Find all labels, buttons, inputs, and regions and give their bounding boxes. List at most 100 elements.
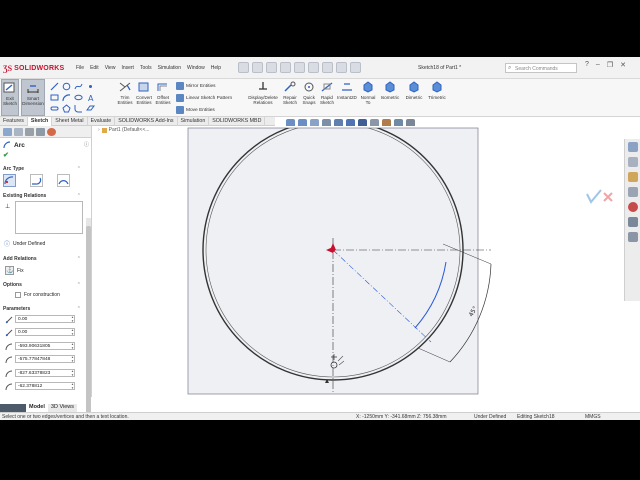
select-arrow-icon[interactable] — [308, 62, 319, 73]
slot-icon[interactable] — [50, 104, 59, 113]
feature-manager-tab-icon[interactable] — [3, 128, 12, 136]
tab-evaluate[interactable]: Evaluate — [88, 117, 116, 126]
add-relations-section[interactable]: Add Relations ⌃ — [0, 256, 86, 262]
fillet-icon[interactable] — [74, 104, 83, 113]
cancel-x-icon[interactable] — [603, 192, 613, 202]
isometric-button[interactable]: Isometric — [379, 79, 401, 116]
quick-snaps-button[interactable]: Quick Snaps — [300, 79, 318, 116]
collapse-chevron-icon[interactable]: ⌃ — [77, 282, 81, 288]
tab-model[interactable]: Model — [26, 404, 48, 412]
centerpoint-arc-icon[interactable] — [3, 174, 16, 187]
mirror-entities-button[interactable]: Mirror Entities — [176, 82, 216, 90]
for-construction-option[interactable]: For construction — [15, 292, 60, 298]
normal-to-button[interactable]: Normal To — [358, 79, 378, 116]
arc-type-section[interactable]: Arc Type ⌃ — [0, 166, 86, 172]
menu-window[interactable]: Window — [187, 65, 205, 71]
spline-icon[interactable] — [74, 82, 83, 91]
configuration-manager-tab-icon[interactable] — [25, 128, 34, 136]
file-explorer-icon[interactable] — [627, 172, 638, 182]
custom-properties-icon[interactable] — [627, 217, 638, 227]
spinner-arrows-icon[interactable]: ▴ ▾ — [70, 355, 75, 363]
arc-icon[interactable] — [62, 93, 71, 102]
tangent-arc-icon[interactable] — [30, 174, 43, 187]
tab-simulation[interactable]: Simulation — [178, 117, 210, 126]
ok-check-icon[interactable]: ✔ — [3, 151, 9, 159]
print-icon[interactable] — [280, 62, 291, 73]
dimxpert-tab-icon[interactable] — [36, 128, 45, 136]
collapse-chevron-icon[interactable]: ⌃ — [77, 166, 81, 172]
menu-edit[interactable]: Edit — [90, 65, 99, 71]
spinner-arrows-icon[interactable]: ▴ ▾ — [70, 342, 75, 350]
sketch-canvas[interactable]: 45° — [93, 126, 640, 404]
spinner-arrows-icon[interactable]: ▴ ▾ — [70, 382, 75, 390]
display-delete-relations-button[interactable]: Display/Delete Relations — [246, 79, 280, 116]
help-circle-icon[interactable]: ⓘ — [84, 141, 89, 148]
menu-view[interactable]: View — [105, 65, 116, 71]
menu-simulation[interactable]: Simulation — [158, 65, 181, 71]
solidworks-logo[interactable]: ƷS SOLIDWORKS — [3, 61, 64, 75]
convert-entities-button[interactable]: Convert Entities — [134, 79, 154, 116]
save-icon[interactable] — [266, 62, 277, 73]
param-center-y-field[interactable]: 0.00 — [15, 328, 75, 336]
tab-scroll-arrows[interactable] — [0, 404, 26, 412]
linear-sketch-pattern-button[interactable]: Linear Sketch Pattern — [176, 94, 232, 102]
rectangle-icon[interactable] — [50, 93, 59, 102]
trim-entities-button[interactable]: Trim Entities — [115, 79, 135, 116]
help-icon[interactable]: ? — [585, 61, 589, 69]
minimize-icon[interactable]: – — [596, 61, 600, 69]
spinner-arrows-icon[interactable]: ▴ ▾ — [70, 369, 75, 377]
polygon-icon[interactable] — [62, 104, 71, 113]
dimetric-button[interactable]: Dimetric — [403, 79, 425, 116]
rebuild-icon[interactable] — [322, 62, 333, 73]
plane-icon[interactable] — [86, 104, 95, 113]
options-section[interactable]: Options ⌃ — [0, 282, 86, 288]
restore-icon[interactable]: ❐ — [607, 61, 613, 69]
unit-system[interactable]: MMGS — [585, 414, 601, 420]
options-gear-icon[interactable] — [350, 62, 361, 73]
param-end-y-field[interactable]: -62.378812 — [15, 382, 75, 390]
offset-entities-button[interactable]: Offset Entities — [153, 79, 173, 116]
close-icon[interactable]: ✕ — [620, 61, 626, 69]
tab-addins[interactable]: SOLIDWORKS Add-Ins — [115, 117, 178, 126]
menu-tools[interactable]: Tools — [140, 65, 152, 71]
spinner-arrows-icon[interactable]: ▴ ▾ — [70, 315, 75, 323]
three-point-arc-icon[interactable] — [57, 174, 70, 187]
design-library-icon[interactable] — [627, 157, 638, 167]
scrollbar-thumb[interactable] — [86, 226, 91, 420]
exit-sketch-button[interactable]: Exit Sketch — [1, 79, 19, 116]
graphics-area[interactable]: › Part1 (Default<<... 45° — [93, 126, 640, 404]
spinner-arrows-icon[interactable]: ▴ ▾ — [70, 328, 75, 336]
param-start-y-field[interactable]: -575.77847848 — [15, 355, 75, 363]
parameters-section[interactable]: Parameters ⌃ — [0, 306, 86, 312]
collapse-chevron-icon[interactable]: ⌃ — [77, 256, 81, 262]
tab-sketch[interactable]: Sketch — [27, 117, 53, 126]
param-center-x-field[interactable]: 0.00 — [15, 315, 75, 323]
menu-insert[interactable]: Insert — [121, 65, 134, 71]
move-entities-button[interactable]: Move Entities — [176, 106, 215, 114]
forum-icon[interactable] — [627, 232, 638, 242]
repair-sketch-button[interactable]: Repair Sketch — [280, 79, 300, 116]
ellipse-icon[interactable] — [74, 93, 83, 102]
for-construction-checkbox[interactable] — [15, 292, 21, 298]
undo-icon[interactable] — [294, 62, 305, 73]
existing-relations-list[interactable] — [15, 201, 83, 234]
pane-scrollbar[interactable] — [86, 218, 91, 420]
circle-icon[interactable] — [62, 82, 71, 91]
open-folder-icon[interactable] — [252, 62, 263, 73]
fix-relation-option[interactable]: ⚓ Fix — [5, 266, 24, 275]
collapse-chevron-icon[interactable]: ⌃ — [77, 306, 81, 312]
trimetric-button[interactable]: Trimetric — [426, 79, 448, 116]
tab-mbd[interactable]: SOLIDWORKS MBD — [209, 117, 266, 126]
point-icon[interactable] — [86, 82, 95, 91]
rapid-sketch-button[interactable]: Rapid Sketch — [318, 79, 336, 116]
text-icon[interactable]: A — [86, 93, 95, 102]
instant2d-button[interactable]: Instant2D — [336, 79, 358, 116]
new-document-icon[interactable] — [238, 62, 249, 73]
search-commands-input[interactable]: ⌕ Search Commands — [505, 63, 577, 73]
property-manager-tab-icon[interactable] — [14, 128, 23, 136]
collapse-chevron-icon[interactable]: ⌃ — [77, 193, 81, 199]
smart-dimension-button[interactable]: Smart Dimension — [21, 79, 45, 116]
file-properties-icon[interactable] — [336, 62, 347, 73]
tab-features[interactable]: Features — [0, 117, 28, 126]
solidworks-resources-icon[interactable] — [627, 142, 638, 152]
